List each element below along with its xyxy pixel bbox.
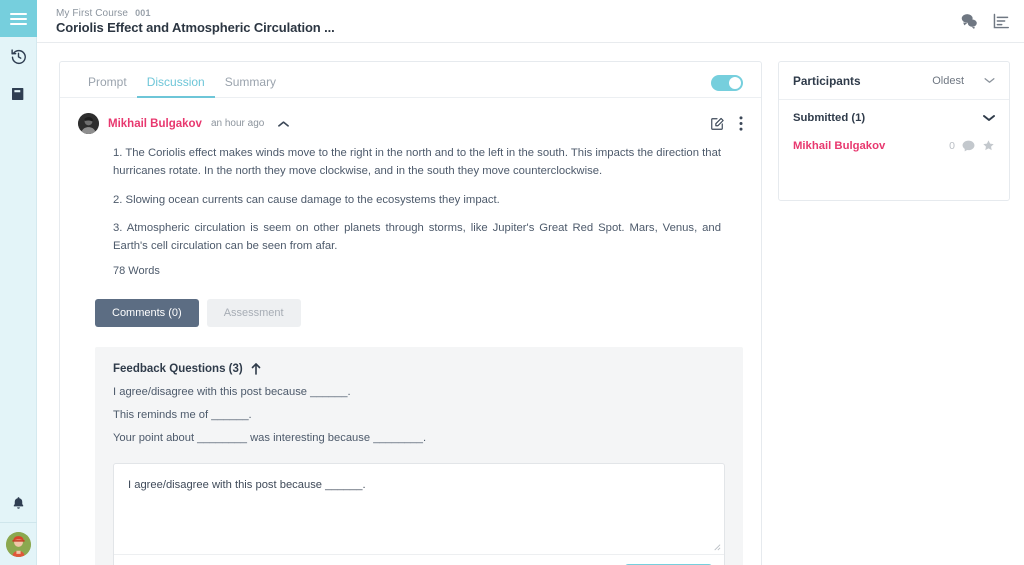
chevron-down-icon — [983, 114, 995, 122]
comment-bubble-icon — [962, 140, 975, 152]
arrow-up-icon — [251, 363, 261, 375]
post-timestamp: an hour ago — [211, 118, 264, 129]
participants-sort-value[interactable]: Oldest — [932, 75, 964, 87]
feedback-questions-panel: Feedback Questions (3) I agree/disagree … — [95, 347, 743, 565]
visibility-toggle[interactable] — [711, 75, 743, 91]
tab-bar: Prompt Discussion Summary — [60, 62, 761, 98]
participant-meta: 0 — [949, 139, 995, 152]
left-nav-rail — [0, 0, 37, 565]
participant-star-button[interactable] — [982, 139, 995, 152]
feedback-question: I agree/disagree with this post because … — [113, 386, 725, 398]
main-region: My First Course 001 Coriolis Effect and … — [37, 0, 1024, 565]
post-tab-buttons: Comments (0) Assessment — [60, 277, 761, 327]
feedback-question: This reminds me of ______. — [113, 409, 725, 421]
breadcrumb: My First Course 001 — [56, 8, 335, 19]
top-header-bar: My First Course 001 Coriolis Effect and … — [37, 0, 1024, 43]
participants-panel: Participants Oldest Submitted (1) — [778, 61, 1010, 201]
list-item: Mikhail Bulgakov 0 — [793, 139, 995, 152]
assessment-button[interactable]: Assessment — [207, 299, 301, 327]
comments-button[interactable]: Comments (0) — [95, 299, 199, 327]
post-actions — [710, 116, 743, 131]
composer-toolbar: Send — [114, 554, 724, 565]
header-titles: My First Course 001 Coriolis Effect and … — [56, 8, 335, 35]
history-clock-icon — [10, 48, 27, 65]
participant-comment-count: 0 — [949, 140, 955, 152]
feedback-question: Your point about ________ was interestin… — [113, 432, 725, 444]
participant-comment-button[interactable] — [962, 140, 975, 152]
tab-discussion[interactable]: Discussion — [137, 76, 215, 97]
post-author-name[interactable]: Mikhail Bulgakov — [108, 118, 202, 130]
post-body: 1. The Coriolis effect makes winds move … — [78, 134, 743, 277]
discussion-column: Prompt Discussion Summary — [37, 43, 762, 565]
post-header: Mikhail Bulgakov an hour ago — [78, 113, 743, 134]
app-root: My First Course 001 Coriolis Effect and … — [0, 0, 1024, 565]
tab-prompt[interactable]: Prompt — [78, 76, 137, 97]
chat-bubbles-button[interactable] — [960, 13, 978, 29]
content-area: Prompt Discussion Summary — [37, 43, 1024, 565]
post: Mikhail Bulgakov an hour ago — [60, 98, 761, 277]
participant-name[interactable]: Mikhail Bulgakov — [793, 140, 885, 152]
post-paragraph: 3. Atmospheric circulation is seem on ot… — [113, 219, 721, 256]
participants-column: Participants Oldest Submitted (1) — [762, 43, 1024, 565]
post-author-avatar[interactable] — [78, 113, 99, 134]
sidebar-item-history[interactable] — [0, 37, 37, 75]
participants-title: Participants — [793, 74, 861, 88]
discussion-card: Prompt Discussion Summary — [59, 61, 762, 565]
breadcrumb-course-code: 001 — [135, 8, 151, 18]
post-paragraph: 1. The Coriolis effect makes winds move … — [113, 144, 721, 181]
book-icon — [10, 86, 26, 102]
feedback-collapse-button[interactable] — [251, 363, 261, 375]
participants-sort-dropdown[interactable] — [984, 77, 995, 84]
avatar[interactable] — [6, 532, 31, 557]
edit-post-button[interactable] — [710, 117, 724, 131]
header-actions — [960, 13, 1010, 29]
feedback-header: Feedback Questions (3) — [113, 363, 725, 375]
rail-divider — [0, 522, 37, 523]
author-avatar-image — [78, 113, 99, 134]
sidebar-item-notifications[interactable] — [0, 484, 37, 522]
participants-group-toggle[interactable] — [983, 114, 995, 122]
analytics-button[interactable] — [992, 13, 1010, 29]
toggle-container — [711, 75, 743, 97]
feedback-title: Feedback Questions (3) — [113, 363, 243, 375]
post-more-menu-button[interactable] — [739, 116, 743, 131]
composer-text-area — [114, 464, 724, 554]
chevron-down-icon — [984, 77, 995, 84]
word-count: 78 Words — [113, 265, 743, 277]
page-title: Coriolis Effect and Atmospheric Circulat… — [56, 20, 335, 35]
sidebar-item-library[interactable] — [0, 75, 37, 113]
chat-bubbles-icon — [960, 13, 978, 29]
edit-pencil-icon — [710, 117, 724, 131]
user-avatar-image — [6, 532, 31, 557]
participants-body: Submitted (1) Mikhail Bulgakov 0 — [779, 100, 1009, 200]
star-icon — [982, 139, 995, 152]
participants-header: Participants Oldest — [779, 62, 1009, 100]
post-collapse-button[interactable] — [278, 120, 289, 128]
comment-input[interactable] — [114, 464, 724, 554]
breadcrumb-course[interactable]: My First Course — [56, 8, 128, 19]
post-paragraph: 2. Slowing ocean currents can cause dama… — [113, 191, 721, 209]
tab-summary[interactable]: Summary — [215, 76, 286, 97]
bell-notification-icon — [11, 495, 26, 511]
comment-composer: Send — [113, 463, 725, 565]
participants-group-label: Submitted (1) — [793, 112, 865, 124]
hamburger-menu-button[interactable] — [0, 0, 37, 37]
analytics-bar-chart-icon — [992, 13, 1010, 29]
participants-group-submitted[interactable]: Submitted (1) — [793, 112, 995, 124]
hamburger-menu-icon — [10, 13, 27, 25]
more-vertical-icon — [739, 116, 743, 131]
chevron-up-icon — [278, 120, 289, 128]
